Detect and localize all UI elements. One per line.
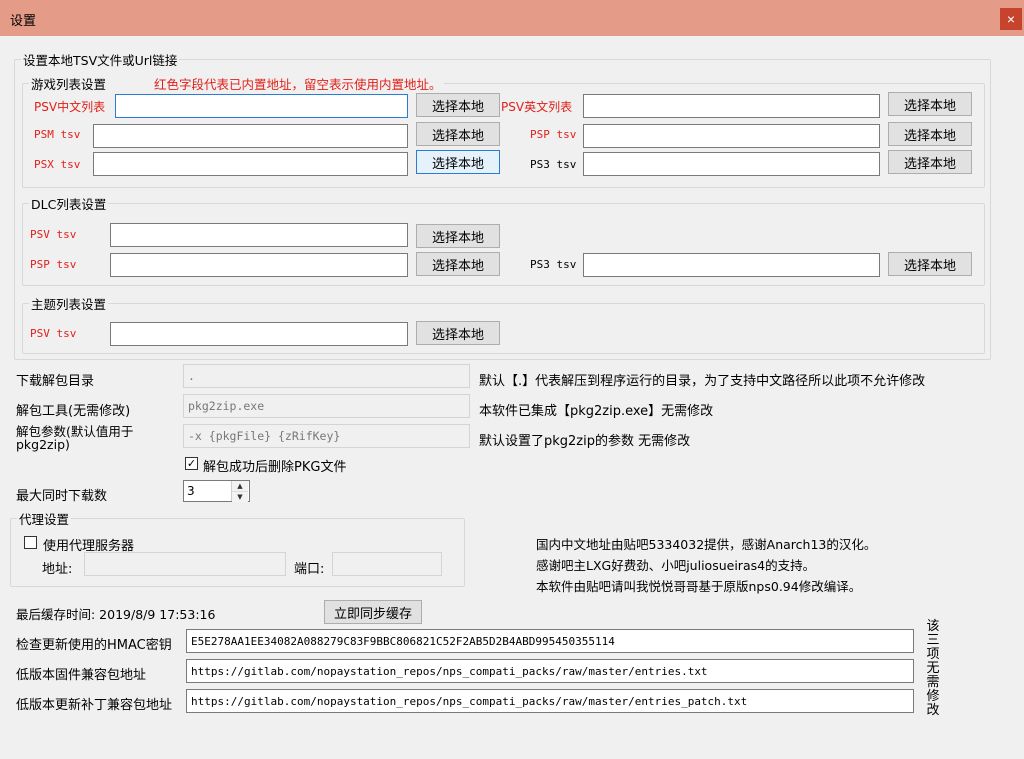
window-title: 设置 xyxy=(10,14,37,29)
psv-cn-label: PSV中文列表 xyxy=(34,100,106,114)
credits-line-1: 国内中文地址由贴吧5334032提供，感谢Anarch13的汉化。 xyxy=(536,537,877,552)
psv-en-browse-button[interactable]: 选择本地 xyxy=(888,92,972,116)
dlc-psp-label: PSP tsv xyxy=(30,258,77,271)
dlc-psp-input[interactable] xyxy=(110,253,408,277)
cache-time-label: 最后缓存时间: 2019/8/9 17:53:16 xyxy=(16,607,216,622)
dlc-psp-browse-button[interactable]: 选择本地 xyxy=(416,252,500,276)
side-note: 该三项无需修改 xyxy=(926,619,940,718)
extract-args-note: 默认设置了pkg2zip的参数 无需修改 xyxy=(479,434,691,449)
extract-tool-label: 解包工具(无需修改) xyxy=(16,404,131,419)
dlc-ps3-input[interactable] xyxy=(583,253,880,277)
credits-line-3: 本软件由贴吧请叫我悦悦哥哥基于原版nps0.94修改编译。 xyxy=(536,579,862,594)
builtin-hint: 红色字段代表已内置地址，留空表示使用内置地址。 xyxy=(154,77,442,92)
sync-cache-button[interactable]: 立即同步缓存 xyxy=(324,600,422,624)
dlc-ps3-browse-button[interactable]: 选择本地 xyxy=(888,252,972,276)
ps3-label: PS3 tsv xyxy=(530,158,577,171)
psv-en-label: PSV英文列表 xyxy=(501,100,573,114)
tsv-settings-legend: 设置本地TSV文件或Url链接 xyxy=(23,53,178,68)
title-bar xyxy=(0,0,1024,36)
close-icon[interactable]: × xyxy=(1000,8,1022,30)
extract-tool-input[interactable] xyxy=(183,394,470,418)
psp-browse-button[interactable]: 选择本地 xyxy=(888,122,972,146)
patch-label: 低版本更新补丁兼容包地址 xyxy=(16,698,173,713)
hmac-input[interactable] xyxy=(186,629,914,653)
psx-label: PSX tsv xyxy=(34,158,81,171)
proxy-port-input[interactable] xyxy=(332,552,442,576)
dlc-psv-browse-button[interactable]: 选择本地 xyxy=(416,224,500,248)
psp-label: PSP tsv xyxy=(530,128,577,141)
extract-args-input[interactable] xyxy=(183,424,470,448)
compat-input[interactable] xyxy=(186,659,914,683)
extract-tool-note: 本软件已集成【pkg2zip.exe】无需修改 xyxy=(479,404,714,419)
theme-list-legend: 主题列表设置 xyxy=(31,297,107,312)
proxy-address-input[interactable] xyxy=(84,552,286,576)
max-downloads-stepper[interactable]: 3 ▲ ▼ xyxy=(183,480,250,502)
proxy-legend: 代理设置 xyxy=(19,512,70,527)
credits-line-2: 感谢吧主LXG好费劲、小吧juliosueiras4的支持。 xyxy=(536,558,816,573)
use-proxy-checkbox[interactable] xyxy=(24,536,37,549)
ps3-input[interactable] xyxy=(583,152,880,176)
psx-browse-button[interactable]: 选择本地 xyxy=(416,150,500,174)
theme-psv-input[interactable] xyxy=(110,322,408,346)
psm-browse-button[interactable]: 选择本地 xyxy=(416,122,500,146)
patch-input[interactable] xyxy=(186,689,914,713)
theme-psv-label: PSV tsv xyxy=(30,327,77,340)
delete-pkg-label: 解包成功后删除PKG文件 xyxy=(203,460,347,475)
proxy-port-label: 端口: xyxy=(294,562,325,577)
extract-dir-label: 下载解包目录 xyxy=(16,374,95,389)
extract-dir-note: 默认【.】代表解压到程序运行的目录，为了支持中文路径所以此项不允许修改 xyxy=(479,374,926,389)
stepper-down-icon[interactable]: ▼ xyxy=(232,492,248,502)
dlc-psv-input[interactable] xyxy=(110,223,408,247)
psx-input[interactable] xyxy=(93,152,408,176)
max-downloads-label: 最大同时下载数 xyxy=(16,489,108,504)
psm-label: PSM tsv xyxy=(34,128,81,141)
extract-args-label: 解包参数(默认值用于pkg2zip) xyxy=(16,424,134,452)
dlc-ps3-label: PS3 tsv xyxy=(530,258,577,271)
stepper-up-icon[interactable]: ▲ xyxy=(232,481,248,492)
theme-psv-browse-button[interactable]: 选择本地 xyxy=(416,321,500,345)
psm-input[interactable] xyxy=(93,124,408,148)
psv-en-input[interactable] xyxy=(583,94,880,118)
proxy-address-label: 地址: xyxy=(42,562,73,577)
delete-pkg-checkbox[interactable]: ✓ xyxy=(185,457,198,470)
psv-cn-input[interactable] xyxy=(115,94,408,118)
max-downloads-value: 3 xyxy=(187,484,195,498)
hmac-label: 检查更新使用的HMAC密钥 xyxy=(16,638,172,653)
dlc-list-legend: DLC列表设置 xyxy=(31,197,107,212)
psv-cn-browse-button[interactable]: 选择本地 xyxy=(416,93,500,117)
ps3-browse-button[interactable]: 选择本地 xyxy=(888,150,972,174)
psp-input[interactable] xyxy=(583,124,880,148)
extract-dir-input[interactable] xyxy=(183,364,470,388)
game-list-legend: 游戏列表设置 红色字段代表已内置地址，留空表示使用内置地址。 xyxy=(31,77,442,92)
compat-label: 低版本固件兼容包地址 xyxy=(16,668,147,683)
dlc-psv-label: PSV tsv xyxy=(30,228,77,241)
